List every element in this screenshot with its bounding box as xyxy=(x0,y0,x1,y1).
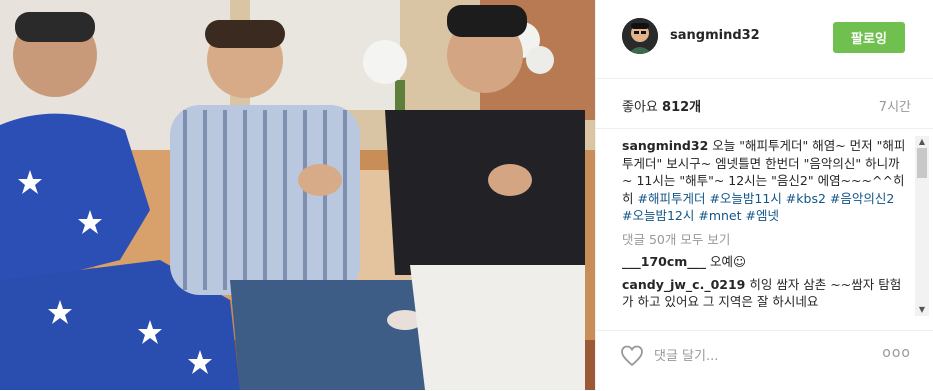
more-options-icon[interactable]: ooo xyxy=(882,345,911,361)
post-header: sangmind32 팔로잉 xyxy=(596,0,933,79)
post-image xyxy=(0,0,595,390)
comment-text: 오예☺ xyxy=(710,254,747,269)
scrollbar-thumb[interactable] xyxy=(917,148,927,178)
comments-area[interactable]: sangmind32 오늘 "해피투게더" 해염~ 먼저 "해피투게더" 보시구… xyxy=(596,128,933,319)
post-caption: sangmind32 오늘 "해피투게더" 해염~ 먼저 "해피투게더" 보시구… xyxy=(622,137,907,225)
view-all-comments-link[interactable]: 댓글 50개 모두 보기 xyxy=(622,231,907,249)
scroll-down-icon[interactable]: ▼ xyxy=(915,304,929,316)
comment-item: candy_jw_c._0219 히잉 쌈자 삼촌 ~~쌈자 탐험가 하고 있어… xyxy=(622,276,907,311)
comment-item: ___170cm___ 오예☺ xyxy=(622,253,907,271)
likes-label: 좋아요 xyxy=(622,100,658,115)
comment-username[interactable]: candy_jw_c._0219 xyxy=(622,277,745,292)
post-photo[interactable] xyxy=(0,0,595,390)
likes-count[interactable]: 좋아요 812개 xyxy=(622,96,701,115)
following-button[interactable]: 팔로잉 xyxy=(833,22,905,53)
post-author-username[interactable]: sangmind32 xyxy=(670,28,760,43)
caption-hashtags[interactable]: #해피투게더 #오늘밤11시 #kbs2 #음악의신2 #오늘밤12시 #mne… xyxy=(622,191,894,224)
comment-input[interactable] xyxy=(652,343,856,369)
scroll-up-icon[interactable]: ▲ xyxy=(915,136,929,148)
caption-username[interactable]: sangmind32 xyxy=(622,138,708,153)
post-details-panel: sangmind32 팔로잉 좋아요 812개 7시간 sangmind32 오… xyxy=(595,0,933,390)
post-footer: ooo xyxy=(596,330,933,391)
avatar-image xyxy=(622,18,658,54)
comments-list: sangmind32 오늘 "해피투게더" 해염~ 먼저 "해피투게더" 보시구… xyxy=(622,137,907,311)
likes-number: 812개 xyxy=(662,100,702,115)
avatar[interactable] xyxy=(622,18,658,54)
heart-icon[interactable] xyxy=(620,345,644,367)
post-time[interactable]: 7시간 xyxy=(879,96,911,115)
instagram-post: sangmind32 팔로잉 좋아요 812개 7시간 sangmind32 오… xyxy=(0,0,933,390)
comment-username[interactable]: ___170cm___ xyxy=(622,254,706,269)
post-meta: 좋아요 812개 7시간 xyxy=(622,96,911,116)
